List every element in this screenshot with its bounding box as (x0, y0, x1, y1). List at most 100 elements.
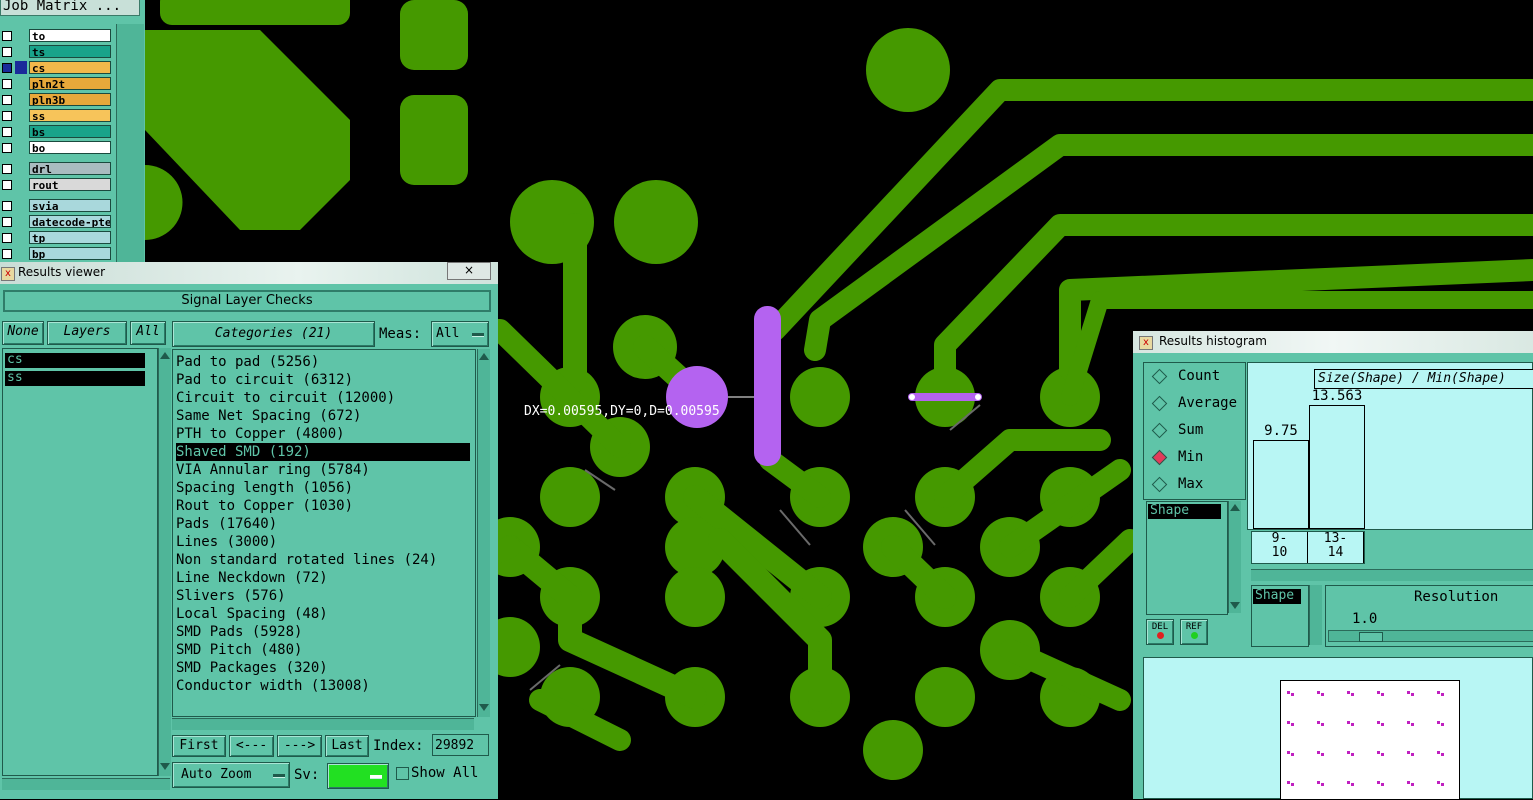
category-item[interactable]: VIA Annular ring (5784) (176, 461, 370, 479)
none-button[interactable]: None (2, 321, 44, 345)
next-button[interactable]: ---> (277, 735, 322, 757)
category-item[interactable]: SMD Pitch (480) (176, 641, 302, 659)
meas-select[interactable]: All (431, 321, 489, 347)
layer-name[interactable]: pln2t (29, 77, 111, 90)
list-item[interactable]: ss (5, 371, 145, 386)
list-item[interactable]: Shape (1148, 504, 1221, 519)
all-button[interactable]: All (130, 321, 166, 345)
layer-checkbox[interactable] (2, 201, 12, 211)
layer-name[interactable]: tp (29, 231, 111, 244)
histogram-bar[interactable] (1253, 440, 1309, 529)
layer-row-to[interactable]: to (0, 29, 114, 43)
layer-checkbox[interactable] (2, 249, 12, 259)
layer-checkbox[interactable] (2, 143, 12, 153)
layer-row-rout[interactable]: rout (0, 178, 114, 192)
del-button[interactable]: DEL (1146, 619, 1174, 645)
index-input[interactable] (432, 734, 489, 756)
category-item[interactable]: Pad to pad (5256) (176, 353, 319, 371)
categories-button[interactable]: Categories (21) (172, 321, 375, 347)
layer-name[interactable]: to (29, 29, 111, 42)
close-button[interactable]: × (447, 262, 491, 280)
layer-row-bp[interactable]: bp (0, 247, 114, 261)
category-item[interactable]: Slivers (576) (176, 587, 286, 605)
layer-checkbox[interactable] (2, 47, 12, 57)
auto-zoom-select[interactable]: Auto Zoom (172, 762, 290, 788)
category-item[interactable]: Pad to circuit (6312) (176, 371, 353, 389)
layer-name[interactable]: datecode-pte (29, 215, 111, 228)
layer-checkbox[interactable] (2, 63, 12, 73)
layer-checkbox[interactable] (2, 79, 12, 89)
layer-row-pln2t[interactable]: pln2t (0, 77, 114, 91)
layer-list-scrollbar[interactable] (158, 348, 171, 776)
results-histogram-titlebar[interactable]: x Results histogram (1133, 331, 1533, 353)
shape-list-2[interactable]: Shape (1251, 585, 1309, 647)
slider-thumb[interactable] (1359, 632, 1383, 642)
category-item[interactable]: Non standard rotated lines (24) (176, 551, 437, 569)
category-item[interactable]: Shaved SMD (192) (176, 443, 470, 461)
layer-name[interactable]: bs (29, 125, 111, 138)
layer-checkbox[interactable] (2, 127, 12, 137)
layer-row-drl[interactable]: drl (0, 162, 114, 176)
layer-row-bs[interactable]: bs (0, 125, 114, 139)
list-item[interactable]: Shape (1253, 589, 1301, 604)
category-item[interactable]: Spacing length (1056) (176, 479, 353, 497)
category-item[interactable]: Same Net Spacing (672) (176, 407, 361, 425)
shape-list-scrollbar[interactable] (1228, 501, 1241, 613)
layer-name[interactable]: drl (29, 162, 111, 175)
layer-checkbox[interactable] (2, 164, 12, 174)
category-item[interactable]: Line Neckdown (72) (176, 569, 328, 587)
category-item[interactable]: Conductor width (13008) (176, 677, 370, 695)
layer-row-tp[interactable]: tp (0, 231, 114, 245)
last-button[interactable]: Last (325, 735, 369, 757)
layer-checkbox[interactable] (2, 217, 12, 227)
category-list-scrollbar[interactable] (477, 349, 490, 717)
layer-name[interactable]: rout (29, 178, 111, 191)
layer-checkbox[interactable] (2, 233, 12, 243)
layer-name[interactable]: cs (29, 61, 111, 74)
layer-row-ss[interactable]: ss (0, 109, 114, 123)
category-item[interactable]: SMD Packages (320) (176, 659, 328, 677)
layer-list-hscrollbar[interactable] (2, 778, 170, 790)
layer-name[interactable]: svia (29, 199, 111, 212)
category-item[interactable]: Circuit to circuit (12000) (176, 389, 395, 407)
category-list[interactable]: Pad to pad (5256) Pad to circuit (6312) Ci… (172, 349, 476, 717)
layer-checkbox[interactable] (2, 95, 12, 105)
list-item[interactable]: cs (5, 353, 145, 368)
category-item[interactable]: SMD Pads (5928) (176, 623, 302, 641)
category-item[interactable]: Rout to Copper (1030) (176, 497, 353, 515)
first-button[interactable]: First (172, 735, 226, 757)
category-item[interactable]: Lines (3000) (176, 533, 277, 551)
job-matrix-title[interactable]: Job Matrix ... (0, 0, 140, 16)
layer-name[interactable]: pln3b (29, 93, 111, 106)
layer-name[interactable]: ts (29, 45, 111, 58)
sv-color-select[interactable] (327, 763, 389, 789)
category-item[interactable]: PTH to Copper (4800) (176, 425, 345, 443)
layer-name[interactable]: ss (29, 109, 111, 122)
job-matrix-scrollbar[interactable] (116, 24, 144, 262)
shape-list-2-scrollbar[interactable] (1309, 585, 1322, 645)
histogram-bar[interactable] (1309, 405, 1365, 529)
layer-result-list[interactable]: cs ss (2, 348, 158, 776)
layer-name[interactable]: bo (29, 141, 111, 154)
layer-row-pln3b[interactable]: pln3b (0, 93, 114, 107)
ref-button[interactable]: REF (1180, 619, 1208, 645)
layer-row-cs[interactable]: cs (0, 61, 114, 75)
category-item[interactable]: Local Spacing (48) (176, 605, 328, 623)
show-all-checkbox[interactable] (396, 767, 409, 780)
layer-checkbox[interactable] (2, 111, 12, 121)
results-viewer-titlebar[interactable]: x Results viewer × (0, 262, 498, 284)
category-list-hscrollbar[interactable] (172, 718, 474, 730)
layer-checkbox[interactable] (2, 31, 12, 41)
layer-row-bo[interactable]: bo (0, 141, 114, 155)
layer-row-svia[interactable]: svia (0, 199, 114, 213)
layer-row-datecode-pte[interactable]: datecode-pte (0, 215, 114, 229)
category-item[interactable]: Pads (17640) (176, 515, 277, 533)
layer-name[interactable]: bp (29, 247, 111, 260)
layers-button[interactable]: Layers (47, 321, 127, 345)
histogram-hscrollbar[interactable] (1251, 569, 1533, 581)
resolution-slider[interactable] (1328, 630, 1533, 642)
prev-button[interactable]: <--- (229, 735, 274, 757)
shape-list[interactable]: Shape (1146, 501, 1228, 615)
layer-row-ts[interactable]: ts (0, 45, 114, 59)
layer-checkbox[interactable] (2, 180, 12, 190)
